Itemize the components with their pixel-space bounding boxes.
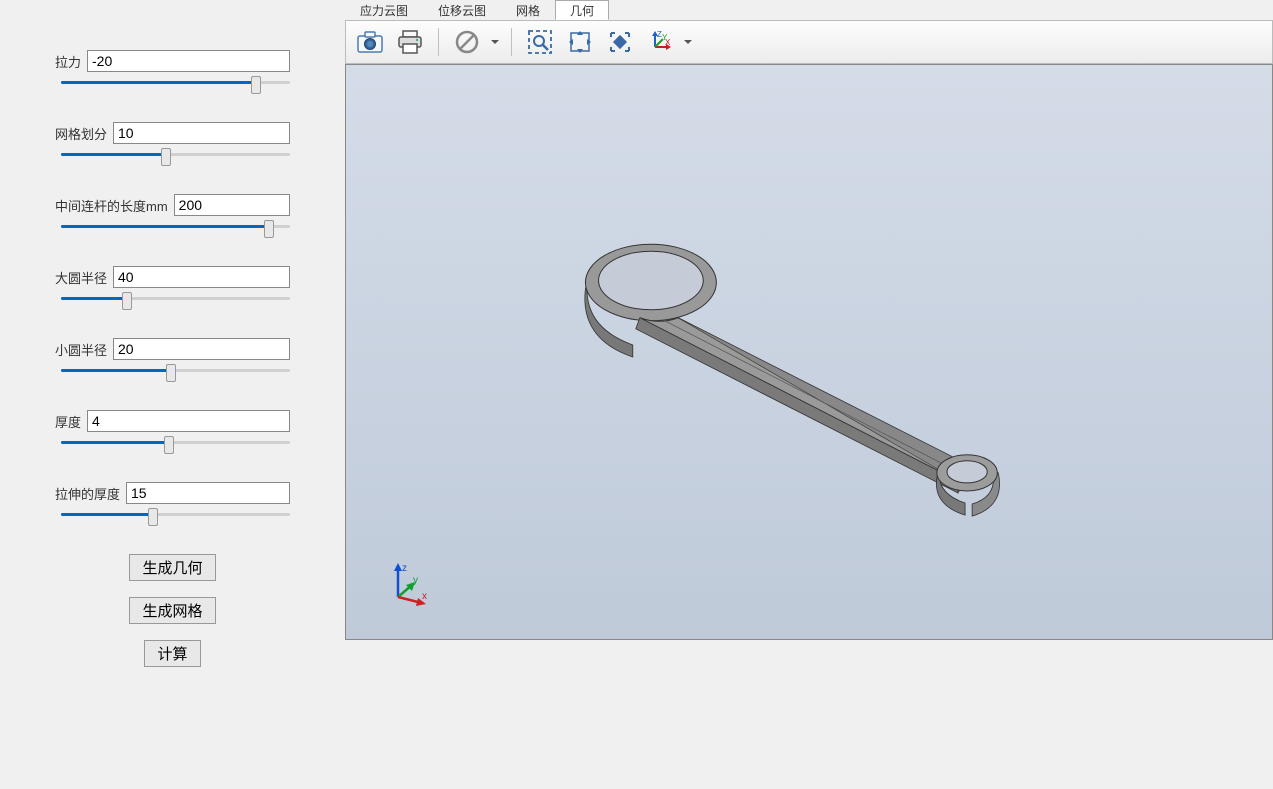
selection-dropdown[interactable] [489, 40, 501, 45]
big-radius-slider[interactable] [61, 292, 290, 306]
print-button[interactable] [392, 25, 428, 59]
thickness-slider[interactable] [61, 436, 290, 450]
tension-input[interactable] [87, 50, 290, 72]
rod-length-input[interactable] [174, 194, 290, 216]
geometry-viewport[interactable]: z y x [345, 64, 1273, 640]
param-label: 大圆半径 [55, 268, 107, 287]
param-label: 网格划分 [55, 124, 107, 143]
mesh-slider[interactable] [61, 148, 290, 162]
param-label: 拉力 [55, 52, 81, 71]
param-big-radius: 大圆半径 [55, 266, 290, 306]
rod-length-slider[interactable] [61, 220, 290, 234]
view-dropdown[interactable] [682, 40, 694, 45]
tab-geometry[interactable]: 几何 [555, 0, 609, 20]
chevron-down-icon [684, 40, 692, 45]
pan-button[interactable] [562, 25, 598, 59]
zoom-extents-button[interactable] [602, 25, 638, 59]
small-radius-input[interactable] [113, 338, 290, 360]
no-selection-icon [454, 29, 480, 55]
small-radius-slider[interactable] [61, 364, 290, 378]
big-radius-input[interactable] [113, 266, 290, 288]
compute-button[interactable]: 计算 [144, 640, 200, 667]
svg-text:z: z [402, 563, 407, 574]
extrude-thickness-input[interactable] [126, 482, 290, 504]
chevron-down-icon [491, 40, 499, 45]
axis-icon: Z X Y [647, 29, 673, 55]
svg-text:x: x [422, 591, 427, 602]
param-thickness: 厚度 [55, 410, 290, 450]
generate-geometry-button[interactable]: 生成几何 [129, 554, 215, 581]
param-mesh: 网格划分 [55, 122, 290, 162]
zoom-box-button[interactable] [522, 25, 558, 59]
connecting-rod-model [346, 65, 1272, 639]
param-tension: 拉力 [55, 50, 290, 90]
param-extrude-thickness: 拉伸的厚度 [55, 482, 290, 522]
generate-mesh-button[interactable]: 生成网格 [129, 597, 215, 624]
main-area: 应力云图 位移云图 网格 几何 [345, 0, 1273, 789]
param-small-radius: 小圆半径 [55, 338, 290, 378]
param-rod-length: 中间连杆的长度mm [55, 194, 290, 234]
mesh-input[interactable] [113, 122, 290, 144]
param-label: 厚度 [55, 412, 81, 431]
zoom-box-icon [527, 29, 553, 55]
camera-icon [357, 31, 383, 53]
selection-filter-button[interactable] [449, 25, 485, 59]
extrude-thickness-slider[interactable] [61, 508, 290, 522]
param-label: 中间连杆的长度mm [55, 196, 168, 215]
tension-slider[interactable] [61, 76, 290, 90]
svg-text:Y: Y [662, 33, 668, 42]
parameter-sidebar: 拉力 网格划分 中间连杆的长度mm [0, 0, 345, 789]
tab-stress[interactable]: 应力云图 [345, 0, 423, 20]
screenshot-button[interactable] [352, 25, 388, 59]
tab-mesh[interactable]: 网格 [501, 0, 555, 20]
tab-bar: 应力云图 位移云图 网格 几何 [345, 0, 1273, 20]
printer-icon [397, 30, 423, 54]
view-orientation-button[interactable]: Z X Y [642, 25, 678, 59]
param-label: 小圆半径 [55, 340, 107, 359]
param-label: 拉伸的厚度 [55, 484, 120, 503]
viewport-toolbar: Z X Y [345, 20, 1273, 64]
zoom-extents-icon [607, 29, 633, 55]
svg-text:y: y [413, 575, 418, 586]
tab-displacement[interactable]: 位移云图 [423, 0, 501, 20]
axis-triad-icon: z y x [386, 559, 436, 609]
pan-icon [567, 29, 593, 55]
thickness-input[interactable] [87, 410, 290, 432]
